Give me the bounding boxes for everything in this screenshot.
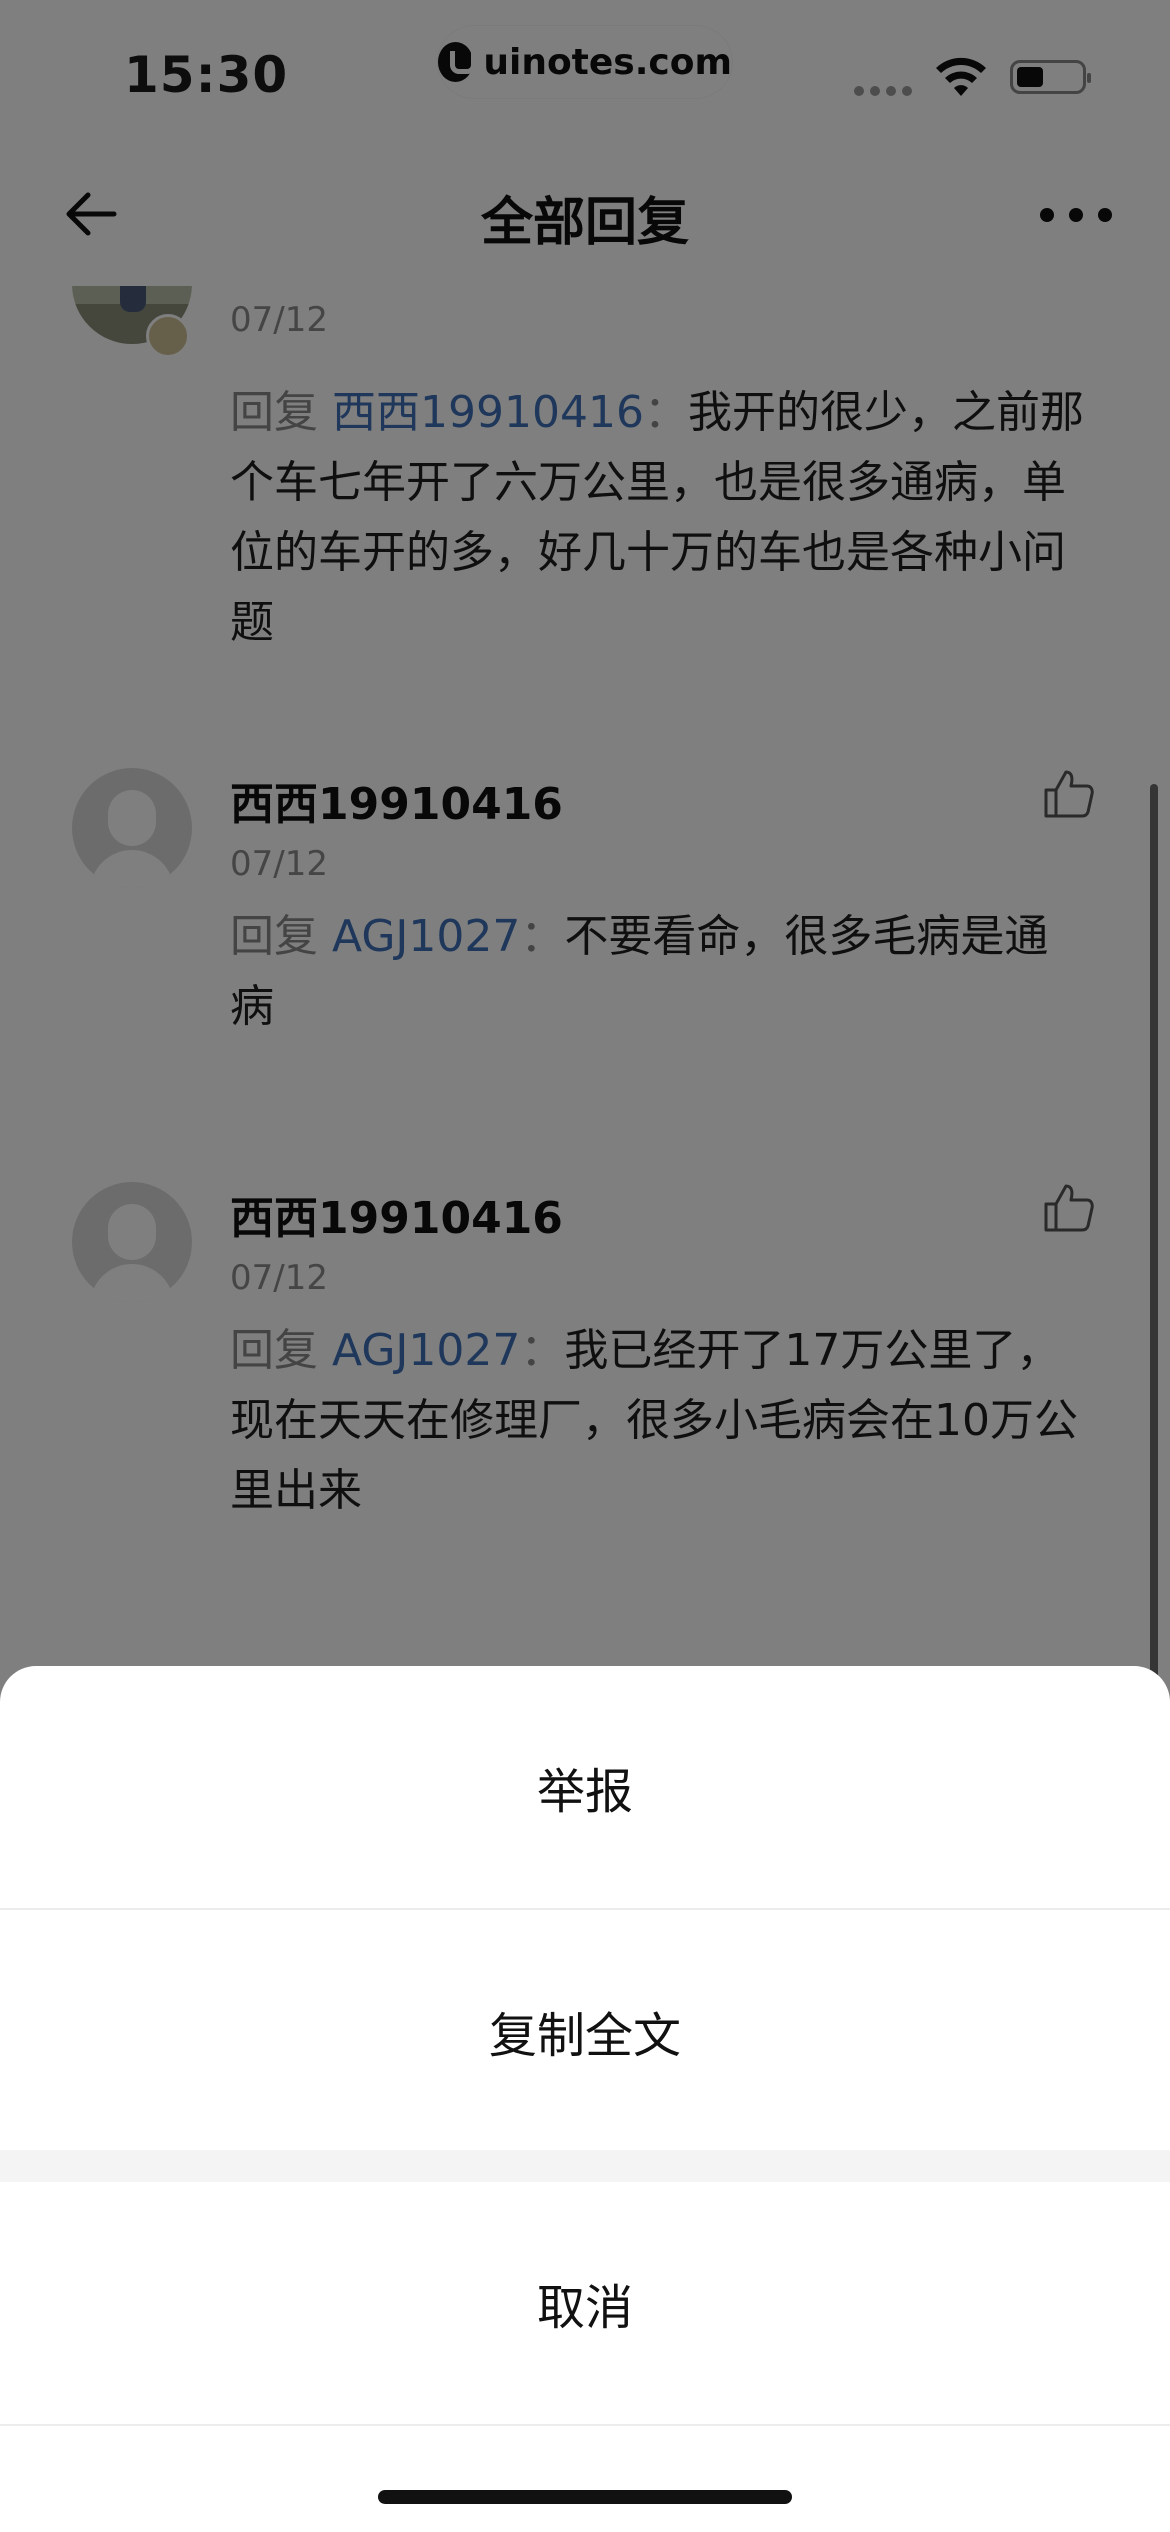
copy-all-button[interactable]: 复制全文 [0,1910,1170,2152]
cancel-button[interactable]: 取消 [0,2182,1170,2424]
divider [0,2424,1170,2426]
reply-list-screen: 15:30 uinotes.com 全部回复 [0,0,1170,2532]
report-button[interactable]: 举报 [0,1666,1170,1908]
action-sheet: 举报 复制全文 取消 [0,1666,1170,2532]
section-gap [0,2150,1170,2182]
home-indicator[interactable] [378,2490,792,2504]
